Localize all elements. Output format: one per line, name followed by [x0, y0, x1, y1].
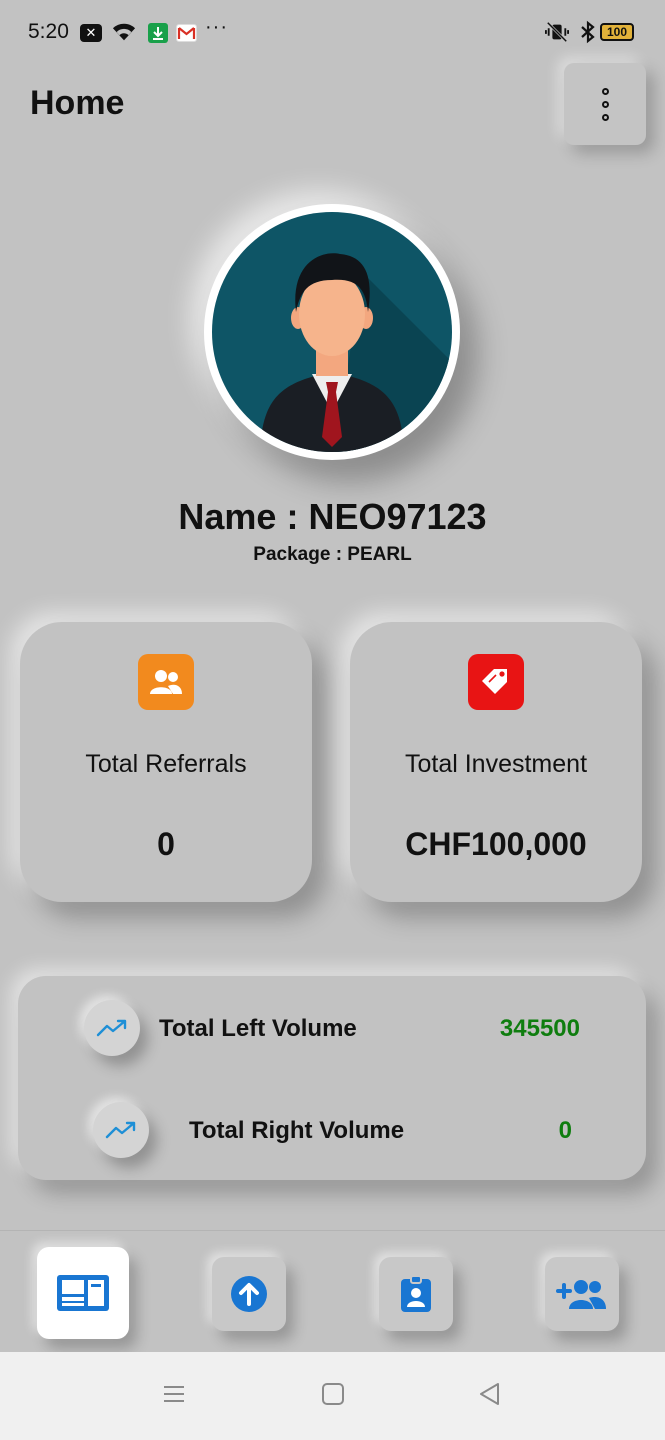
download-icon — [148, 23, 168, 43]
back-triangle-icon — [480, 1383, 499, 1405]
more-notifications-icon: ··· — [205, 16, 228, 38]
tag-icon — [468, 654, 524, 710]
home-button[interactable] — [321, 1382, 345, 1411]
menu-dot — [601, 87, 609, 95]
dashboard-icon — [57, 1275, 109, 1311]
upload-icon — [231, 1276, 267, 1312]
user-name: Name : NEO97123 — [178, 496, 487, 537]
status-time: 5:20 — [28, 20, 69, 43]
trending-up-icon — [84, 1000, 140, 1056]
vibrate-off-icon — [545, 20, 569, 44]
overflow-menu-button[interactable] — [564, 63, 646, 145]
square-icon — [322, 1383, 344, 1405]
recent-apps-button[interactable] — [162, 1382, 186, 1411]
battery-icon: 100 — [600, 23, 634, 41]
nav-profile-button[interactable] — [379, 1257, 453, 1331]
card-value: 0 — [157, 826, 175, 862]
notification-x-icon: ✕ — [80, 24, 102, 42]
back-button[interactable] — [478, 1382, 502, 1411]
nav-dashboard-button[interactable] — [37, 1247, 129, 1339]
businessman-avatar-icon — [212, 212, 452, 452]
card-value: CHF100,000 — [405, 826, 587, 862]
user-package: Package : PEARL — [253, 544, 412, 565]
status-bar: 5:20 ✕ ··· 100 — [0, 0, 665, 66]
menu-dot — [601, 100, 609, 108]
trending-up-icon — [93, 1102, 149, 1158]
users-icon — [138, 654, 194, 710]
add-team-icon — [556, 1280, 606, 1309]
card-label: Total Investment — [404, 750, 588, 778]
left-volume-label: Total Left Volume — [159, 1015, 357, 1042]
volume-panel: Total Left Volume 345500 Total Right Vol… — [18, 976, 646, 1180]
card-label: Total Referrals — [85, 750, 247, 778]
nav-upload-button[interactable] — [212, 1257, 286, 1331]
avatar — [204, 204, 460, 460]
page-title: Home — [30, 84, 125, 122]
right-volume-value: 0 — [558, 1117, 572, 1144]
right-volume-label: Total Right Volume — [189, 1117, 405, 1144]
total-investment-card[interactable]: Total Investment CHF100,000 — [350, 622, 642, 902]
total-referrals-card[interactable]: Total Referrals 0 — [20, 622, 312, 902]
menu-lines-icon — [164, 1386, 184, 1402]
nav-add-team-button[interactable] — [545, 1257, 619, 1331]
profile-badge-icon — [401, 1275, 431, 1312]
menu-dot — [601, 113, 609, 121]
bluetooth-icon — [576, 20, 600, 44]
bottom-nav — [0, 1230, 665, 1353]
system-nav-bar — [0, 1352, 665, 1440]
left-volume-value: 345500 — [499, 1015, 580, 1042]
wifi-icon — [112, 20, 136, 44]
gmail-icon — [176, 24, 197, 42]
